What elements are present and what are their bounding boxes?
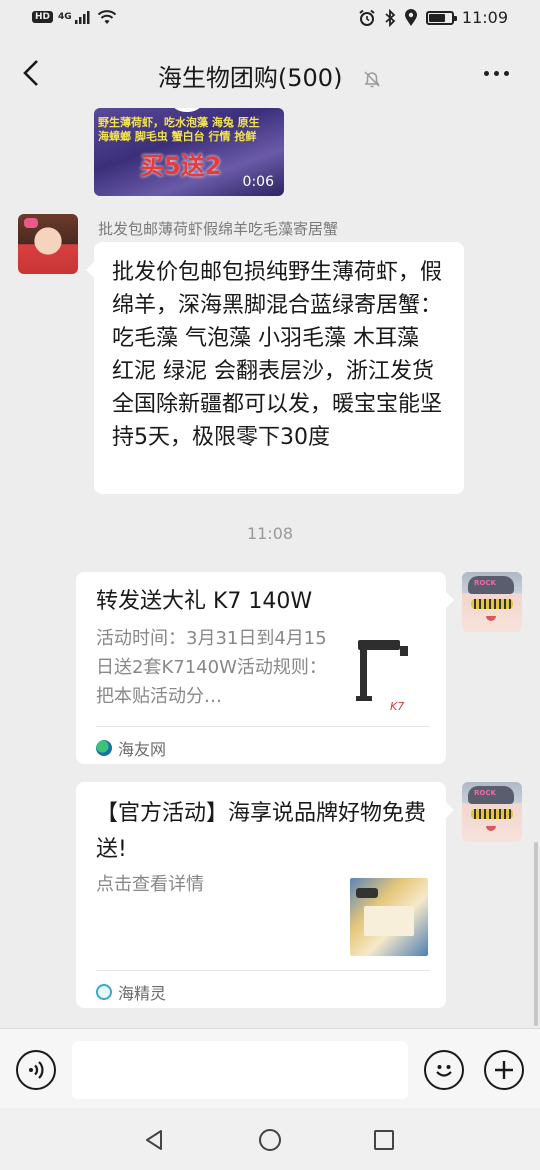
sender-avatar[interactable] [18, 214, 78, 274]
avatar-cap-text: ROCK [474, 789, 496, 797]
system-navigation-bar [0, 1108, 540, 1170]
battery-level [428, 13, 446, 22]
wifi-icon [97, 10, 116, 24]
voice-icon [29, 1061, 44, 1079]
chat-scrollbar[interactable] [534, 842, 538, 1026]
avatar-mouth [486, 826, 496, 831]
text-message-content: 批发价包邮包损纯野生薄荷虾，假绵羊，深海黑脚混合蓝绿寄居蟹：吃毛藻 气泡藻 小羽… [112, 260, 443, 450]
status-right: 11:09 [358, 8, 508, 27]
chat-header: 海生物团购(500) [0, 38, 540, 108]
message-input[interactable] [72, 1041, 408, 1099]
avatar-glasses [471, 809, 513, 819]
system-home-button[interactable] [256, 1126, 284, 1154]
card-2-title: 【官方活动】海享说品牌好物免费送! [96, 801, 427, 862]
my-avatar[interactable]: ROCK [462, 782, 522, 842]
link-card-2[interactable]: 【官方活动】海享说品牌好物免费送! 点击查看详情 海精灵 [76, 782, 454, 1008]
card-1-source-name: 海友网 [118, 740, 167, 759]
video-message[interactable]: 野生薄荷虾，吃水泡藻 海兔 原生 海蟑螂 脚毛虫 蟹白台 行情 抢鲜 买5送2 … [94, 108, 284, 196]
chat-area[interactable]: 野生薄荷虾，吃水泡藻 海兔 原生 海蟑螂 脚毛虫 蟹白台 行情 抢鲜 买5送2 … [0, 108, 540, 1028]
battery-icon [425, 10, 457, 25]
card-1-thumb-label: K7 [390, 700, 404, 712]
card-2-source: 海精灵 [96, 980, 166, 1004]
more-functions-button[interactable] [484, 1050, 524, 1090]
more-dot [503, 70, 509, 76]
system-back-button[interactable] [140, 1126, 168, 1154]
video-duration: 0:06 [242, 174, 274, 190]
card-2-divider [96, 970, 430, 971]
my-avatar[interactable]: ROCK [462, 572, 522, 632]
alarm-icon [359, 9, 375, 26]
network-type: 4G [58, 12, 72, 22]
card-1-divider [96, 726, 430, 727]
add-icon [495, 1061, 513, 1079]
avatar-glasses [471, 599, 513, 609]
chat-title-wrap[interactable]: 海生物团购(500) [0, 58, 540, 93]
nav-home-icon [259, 1129, 281, 1151]
nav-recent-icon [374, 1130, 394, 1150]
more-dot [493, 70, 499, 76]
chat-title: 海生物团购(500) [157, 64, 343, 92]
video-decoration [172, 108, 202, 112]
haijingling-logo-icon [96, 984, 112, 1000]
haiyou-logo-icon [96, 740, 112, 756]
signal-icon [74, 11, 90, 24]
more-dots-icon [483, 70, 489, 76]
more-button[interactable] [476, 56, 516, 90]
hd-badge: HD [32, 11, 54, 23]
card-1-description: 活动时间：3月31日到4月15日送2套K7140W活动规则：把本贴活动分… [96, 628, 327, 707]
emoji-button[interactable] [424, 1050, 464, 1090]
card-2-description: 点击查看详情 [96, 874, 204, 895]
aquarium-light-image: K7 [356, 640, 408, 712]
emoji-icon [436, 1065, 452, 1077]
avatar-bow [24, 218, 38, 228]
location-icon [404, 8, 417, 26]
card-2-thumbnail [350, 878, 428, 956]
mute-bell-icon [364, 71, 380, 88]
video-caption-line2: 海蟑螂 脚毛虫 蟹白台 行情 抢鲜 [98, 130, 257, 143]
poster-decoration [364, 906, 414, 936]
card-2-source-name: 海精灵 [118, 984, 167, 1003]
link-card-1[interactable]: 转发送大礼 K7 140W 活动时间：3月31日到4月15日送2套K7140W活… [76, 572, 454, 764]
message-timestamp: 11:08 [246, 524, 294, 543]
video-promo-text: 买5送2 [140, 152, 222, 180]
sender-name: 批发包邮薄荷虾假绵羊吃毛藻寄居蟹 [98, 220, 339, 238]
status-left: HD 4G [32, 9, 117, 25]
status-bar: HD 4G 11:09 [0, 0, 540, 38]
card-1-source: 海友网 [96, 736, 166, 760]
poster-decoration [356, 888, 378, 898]
system-recent-button[interactable] [370, 1126, 398, 1154]
input-bar [0, 1028, 540, 1108]
clock: 11:09 [461, 8, 508, 27]
avatar-mouth [486, 616, 496, 621]
text-message-bubble[interactable]: 批发价包邮包损纯野生薄荷虾，假绵羊，深海黑脚混合蓝绿寄居蟹：吃毛藻 气泡藻 小羽… [86, 242, 464, 494]
card-1-title: 转发送大礼 K7 140W [96, 589, 313, 614]
nav-back-icon [146, 1130, 162, 1150]
bluetooth-icon [385, 8, 396, 27]
voice-button[interactable] [16, 1050, 56, 1090]
avatar-cap-text: ROCK [474, 579, 496, 587]
card-1-thumbnail: K7 [350, 634, 428, 712]
